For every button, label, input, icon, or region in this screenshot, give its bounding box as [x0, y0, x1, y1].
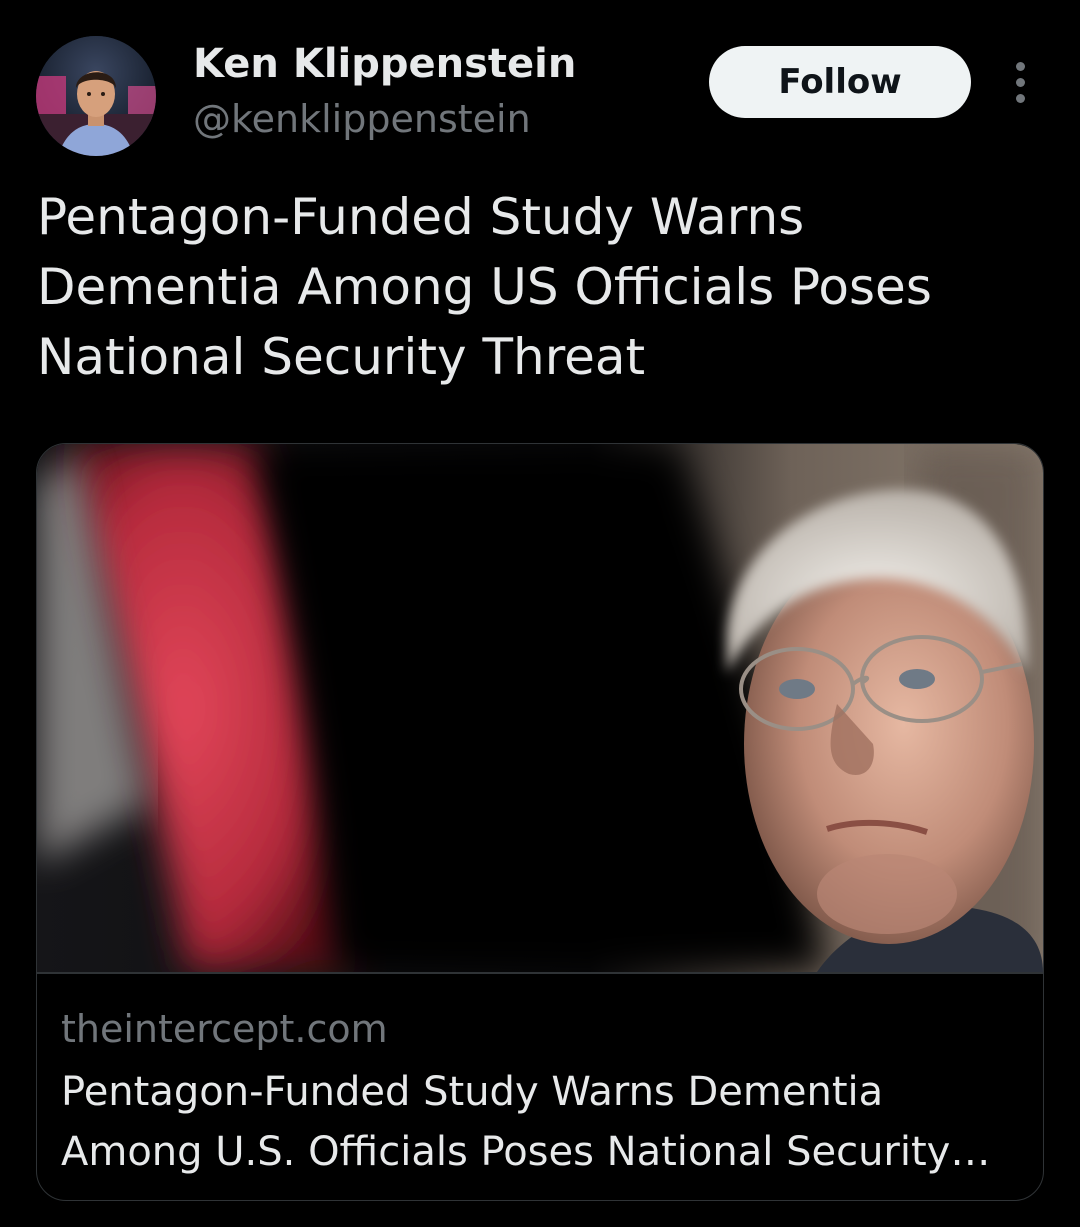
- link-preview-image: [37, 444, 1043, 972]
- user-handle[interactable]: @kenklippenstein: [193, 94, 531, 144]
- user-display-name[interactable]: Ken Klippenstein: [193, 38, 576, 90]
- follow-button[interactable]: Follow: [709, 46, 971, 118]
- avatar-image: [36, 36, 156, 156]
- avatar[interactable]: [36, 36, 156, 156]
- more-vertical-icon: [1015, 61, 1025, 71]
- tweet: Ken Klippenstein @kenklippenstein Follow…: [0, 0, 1080, 1227]
- more-vertical-icon: [1015, 77, 1025, 87]
- more-options-button[interactable]: [998, 54, 1042, 110]
- more-vertical-icon: [1015, 93, 1025, 103]
- card-divider: [37, 972, 1043, 974]
- link-preview-card[interactable]: theintercept.com Pentagon-Funded Study W…: [36, 443, 1044, 1201]
- link-domain: theintercept.com: [61, 1007, 388, 1051]
- tweet-text: Pentagon-Funded Study Warns Dementia Amo…: [37, 188, 932, 386]
- link-title: Pentagon-Funded Study Warns Dementia Amo…: [61, 1069, 951, 1175]
